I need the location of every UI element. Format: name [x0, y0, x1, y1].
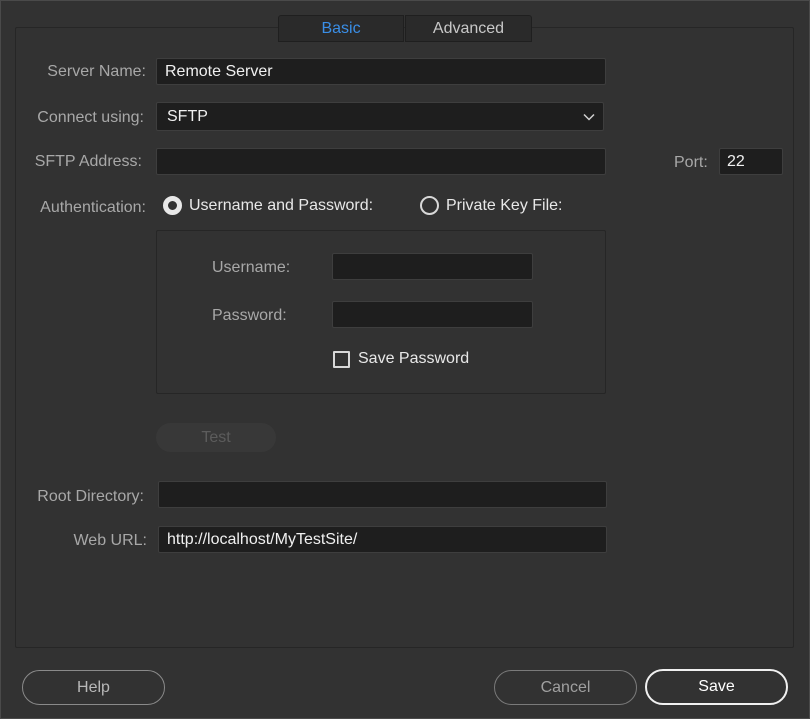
save-password-checkbox[interactable]: Save Password [333, 350, 469, 368]
tab-basic[interactable]: Basic [278, 15, 404, 42]
password-input[interactable] [332, 301, 533, 328]
help-button[interactable]: Help [22, 670, 165, 705]
save-password-label: Save Password [358, 350, 470, 367]
connect-using-select[interactable]: SFTP [156, 102, 604, 131]
server-name-input[interactable] [156, 58, 606, 85]
sftp-address-input[interactable] [156, 148, 606, 175]
authentication-label: Authentication: [40, 199, 146, 216]
chevron-down-icon [583, 113, 595, 121]
password-label: Password: [212, 307, 287, 324]
tab-bar: Basic Advanced [278, 15, 532, 42]
radio-unchecked-icon[interactable] [420, 196, 439, 215]
root-directory-label: Root Directory: [37, 488, 144, 505]
auth-option-private-key[interactable]: Private Key File: [420, 196, 562, 215]
auth-option-label: Username and Password: [189, 196, 374, 214]
checkbox-icon[interactable] [333, 350, 350, 368]
tab-advanced[interactable]: Advanced [405, 15, 532, 42]
auth-option-username-password[interactable]: Username and Password: [163, 196, 373, 215]
auth-option-label: Private Key File: [446, 196, 563, 214]
web-url-input[interactable] [158, 526, 607, 553]
web-url-label: Web URL: [73, 532, 147, 549]
username-label: Username: [212, 259, 291, 276]
username-input[interactable] [332, 253, 533, 280]
radio-checked-icon[interactable] [163, 196, 182, 215]
test-button: Test [156, 423, 276, 452]
server-name-label: Server Name: [47, 63, 146, 80]
root-directory-input[interactable] [158, 481, 607, 508]
cancel-button[interactable]: Cancel [494, 670, 637, 705]
connect-using-value: SFTP [167, 107, 208, 125]
connect-using-label: Connect using: [37, 109, 144, 126]
port-label: Port: [674, 154, 708, 171]
sftp-address-label: SFTP Address: [34, 153, 142, 170]
save-button[interactable]: Save [645, 669, 788, 705]
port-input[interactable] [719, 148, 783, 175]
